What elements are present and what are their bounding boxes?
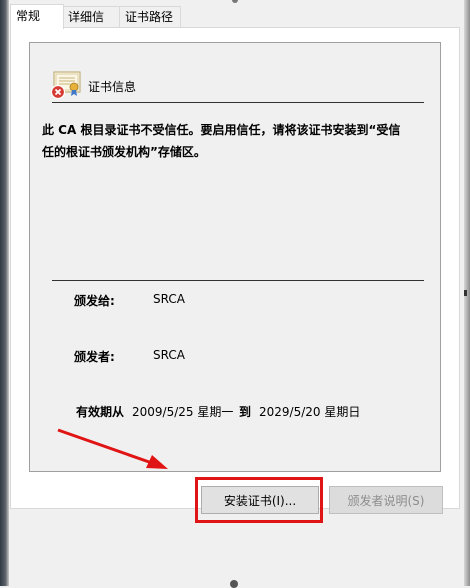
issuer-statement-button[interactable]: 颁发者说明(S) [329,486,443,514]
tab-general[interactable]: 常规 [10,4,64,29]
highlight-box-annotation [195,477,323,523]
